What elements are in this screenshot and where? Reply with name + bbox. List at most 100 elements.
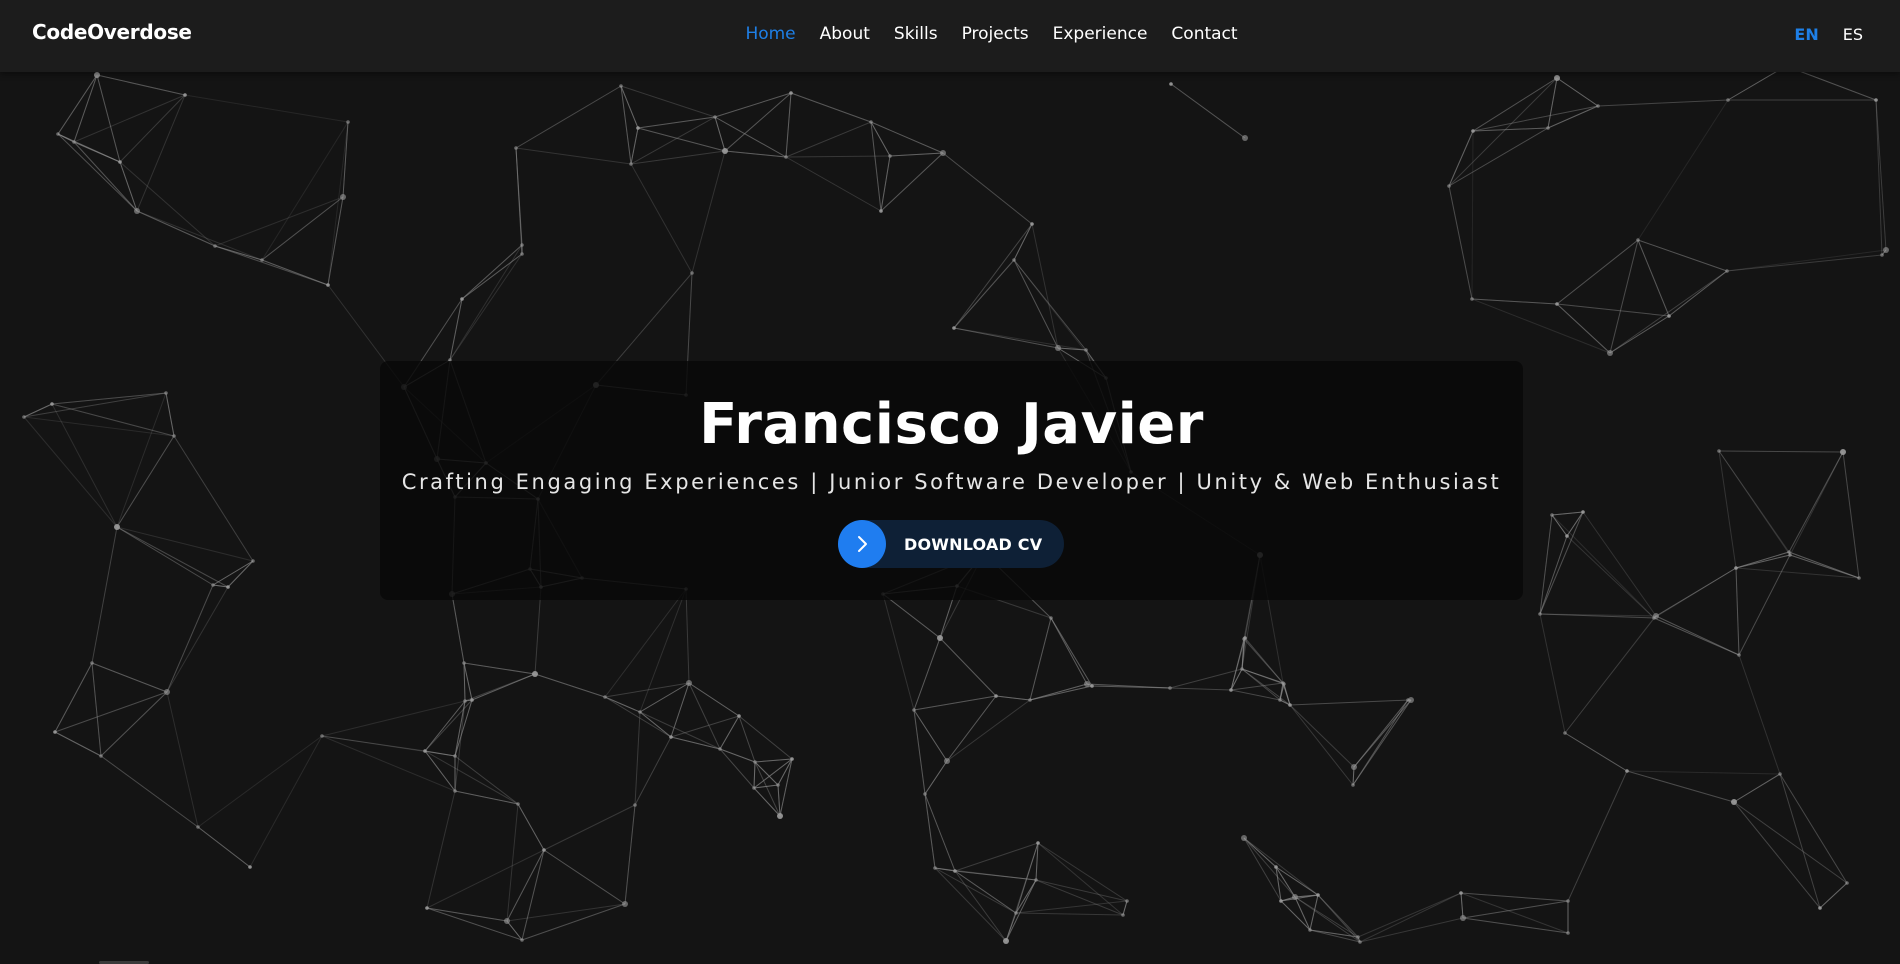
network-link: [1655, 567, 1737, 617]
network-link: [1597, 99, 1729, 107]
network-node: [425, 906, 429, 910]
network-node: [1840, 449, 1846, 455]
network-link: [639, 711, 721, 750]
network-node: [994, 694, 998, 698]
network-link: [913, 637, 941, 711]
network-link: [1462, 900, 1569, 919]
network-node: [183, 93, 187, 97]
network-node: [1292, 894, 1298, 900]
network-node: [1636, 238, 1640, 242]
network-link: [946, 699, 1031, 762]
network-link: [685, 588, 690, 684]
network-node: [1351, 783, 1355, 787]
network-link: [534, 673, 606, 698]
network-link: [882, 593, 915, 711]
network-node: [1581, 510, 1585, 514]
network-node: [1028, 698, 1032, 702]
network-node: [912, 708, 916, 712]
network-node: [520, 243, 524, 247]
network-link: [57, 133, 138, 212]
network-link: [753, 787, 781, 817]
network-link: [1243, 837, 1296, 898]
network-link: [327, 121, 349, 286]
network-node: [460, 297, 464, 301]
network-link: [1013, 259, 1059, 349]
nav-link-contact[interactable]: Contact: [1171, 24, 1237, 44]
network-link: [1566, 511, 1584, 537]
network-link: [57, 74, 98, 135]
network-link: [870, 121, 944, 154]
network-node: [1168, 686, 1172, 690]
network-link: [96, 74, 121, 163]
language-en[interactable]: EN: [1794, 25, 1818, 44]
network-node: [326, 283, 330, 287]
network-link: [1637, 239, 1670, 317]
network-node: [1084, 681, 1090, 687]
network-link: [1564, 732, 1628, 772]
network-link: [197, 735, 323, 828]
network-node: [90, 661, 94, 665]
network-link: [136, 210, 216, 247]
network-link: [426, 790, 456, 909]
network-node: [1279, 899, 1283, 903]
network-link: [953, 223, 1033, 329]
network-node: [669, 735, 673, 739]
network-node: [1242, 637, 1246, 641]
download-cv-button[interactable]: DOWNLOAD CV: [838, 520, 1064, 568]
network-node: [1857, 576, 1861, 580]
nav-link-skills[interactable]: Skills: [894, 24, 938, 44]
network-link: [184, 94, 349, 123]
network-link: [73, 74, 98, 143]
network-link: [515, 147, 523, 255]
network-link: [634, 736, 672, 806]
network-link: [946, 695, 997, 762]
navbar: CodeOverdose Home About Skills Projects …: [0, 0, 1900, 72]
network-node: [211, 583, 215, 587]
network-link: [1733, 773, 1781, 803]
network-link: [1547, 105, 1599, 129]
network-link: [1230, 682, 1284, 691]
network-link: [630, 127, 639, 165]
network-link: [1842, 451, 1860, 579]
language-switcher: EN ES: [1794, 25, 1863, 44]
network-link: [954, 870, 1037, 881]
network-node: [638, 710, 642, 714]
nav-link-home[interactable]: Home: [745, 24, 795, 44]
network-link: [1718, 450, 1737, 569]
network-link: [924, 793, 956, 872]
network-link: [1462, 917, 1569, 934]
network-link: [166, 586, 229, 693]
network-node: [1460, 915, 1466, 921]
network-link: [116, 526, 229, 588]
network-link: [1031, 223, 1059, 349]
network-node: [72, 140, 76, 144]
nav-link-projects[interactable]: Projects: [962, 24, 1029, 44]
network-link: [1460, 892, 1569, 902]
network-node: [164, 689, 170, 695]
network-link: [1726, 254, 1883, 272]
network-node: [114, 524, 120, 530]
network-node: [1550, 513, 1554, 517]
network-link: [1169, 668, 1243, 689]
network-link: [630, 150, 726, 165]
network-node: [777, 813, 783, 819]
network-node: [1538, 612, 1542, 616]
network-node: [1288, 703, 1292, 707]
network-link: [461, 244, 523, 300]
network-link: [785, 92, 792, 158]
nav-link-experience[interactable]: Experience: [1053, 24, 1148, 44]
network-link: [543, 849, 626, 905]
network-link: [620, 85, 716, 118]
network-node: [1090, 684, 1094, 688]
network-node: [226, 585, 230, 589]
network-link: [1567, 770, 1628, 902]
network-node: [213, 244, 217, 248]
nav-link-about[interactable]: About: [820, 24, 870, 44]
network-node: [53, 730, 57, 734]
network-link: [1289, 704, 1354, 786]
network-link: [785, 155, 891, 158]
network-link: [463, 662, 536, 675]
network-node: [1555, 302, 1559, 306]
network-link: [424, 699, 473, 752]
language-es[interactable]: ES: [1843, 25, 1863, 44]
